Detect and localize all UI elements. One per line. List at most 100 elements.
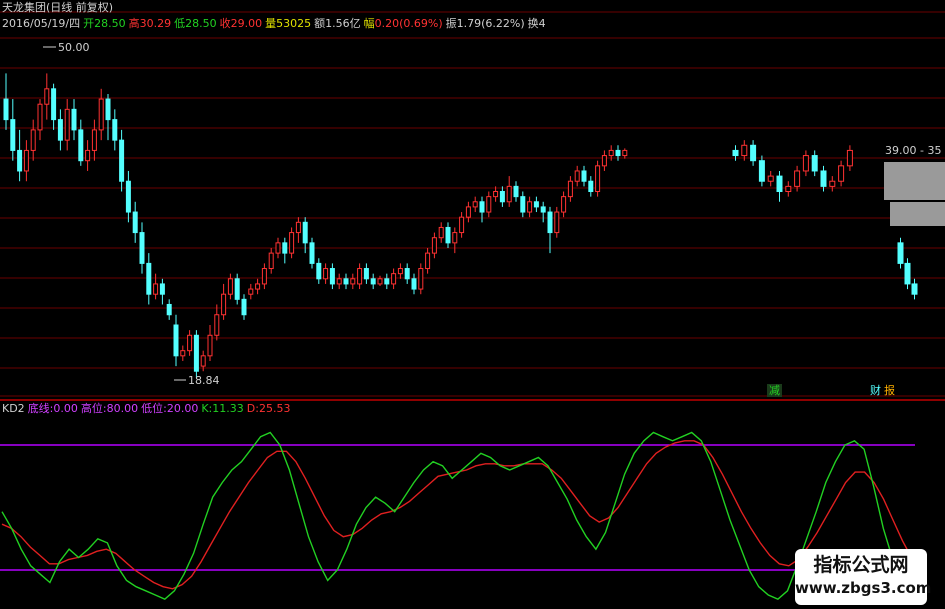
reduce-tag[interactable]: 减 <box>767 384 782 397</box>
candle-body <box>146 262 152 295</box>
candle-body <box>397 268 403 275</box>
open-label: 开 <box>83 17 95 30</box>
candle-body <box>57 119 63 141</box>
indicator-name: KD2 <box>2 402 25 415</box>
candle-body <box>897 242 904 264</box>
candle-body <box>91 129 97 151</box>
candle-body <box>282 242 288 254</box>
candle-body <box>513 185 519 198</box>
candle-body <box>105 98 111 121</box>
candle-body <box>758 160 765 182</box>
candle-body <box>377 278 383 285</box>
candle-body <box>309 242 315 264</box>
candle-body <box>255 283 261 290</box>
k-label: K: <box>201 402 213 415</box>
candle-body <box>425 252 431 270</box>
change-value: 0.20(0.69%) <box>374 17 443 30</box>
kline-chart[interactable]: 50.00 18.84 39.00 - 35 <box>0 0 945 609</box>
date: 2016/05/19/四 <box>2 17 81 30</box>
candle-body <box>750 144 757 162</box>
bottom-value: 0.00 <box>53 402 78 415</box>
candle-body <box>78 129 84 162</box>
candle-body <box>581 170 587 182</box>
candle-body <box>547 211 553 234</box>
candle-body <box>214 314 220 336</box>
range-label: 39.00 - 35 <box>885 144 941 157</box>
candle-body <box>811 155 818 172</box>
candle-body <box>316 262 322 280</box>
candle-body <box>384 278 390 285</box>
candle-body <box>794 170 801 187</box>
candle-body <box>44 88 50 105</box>
top-label: 高位: <box>80 402 107 415</box>
range-box-upper <box>884 162 945 200</box>
candle-body <box>166 303 172 316</box>
candle-body <box>732 149 739 157</box>
candle-body <box>71 108 77 131</box>
low-mark-label: 18.84 <box>188 374 220 387</box>
candle-body <box>904 262 911 285</box>
candle-body <box>499 191 505 203</box>
site-watermark: 指标公式网 www.zbgs3.com <box>795 549 932 605</box>
high-label: 高 <box>128 17 140 30</box>
candle-body <box>343 278 349 285</box>
candle-body <box>615 149 621 157</box>
k-line <box>1 431 913 601</box>
candle-body <box>776 175 783 193</box>
candle-body <box>533 201 539 208</box>
turnover-value: 4 <box>538 17 546 30</box>
candle-body <box>540 206 546 213</box>
kd-indicator <box>0 431 915 601</box>
candle-body <box>588 180 594 193</box>
candle-body <box>391 273 397 285</box>
d-value: 25.53 <box>258 402 291 415</box>
d-line <box>1 440 913 590</box>
candle-body <box>261 268 267 285</box>
report-tag[interactable]: 报 <box>884 384 895 397</box>
candle-body <box>98 98 104 131</box>
candle-body <box>445 226 451 244</box>
candle-body <box>829 180 836 187</box>
candle-body <box>601 155 607 167</box>
candle-body <box>567 180 573 198</box>
price-grid <box>0 11 945 397</box>
amplitude-value: 1.79(6.22%) <box>456 17 525 30</box>
candle-body <box>574 170 580 182</box>
candle-body <box>193 334 199 372</box>
candle-body <box>125 180 131 213</box>
candle-body <box>180 350 186 357</box>
candle-body <box>329 268 335 285</box>
candle-body <box>479 201 485 213</box>
candle-body <box>234 278 240 300</box>
candle-body <box>221 293 227 316</box>
volume-label: 量 <box>265 17 277 30</box>
candlesticks <box>3 73 918 378</box>
low-value: 28.50 <box>185 17 217 30</box>
candle-body <box>30 129 36 151</box>
candle-body <box>17 149 23 172</box>
high-value: 30.29 <box>139 17 172 30</box>
candle-body <box>241 298 247 316</box>
candle-body <box>418 268 424 290</box>
amount-label: 额 <box>314 17 326 30</box>
candle-body <box>139 232 145 264</box>
finance-tag[interactable]: 财 <box>870 384 881 397</box>
lowpos-value: 20.00 <box>166 402 199 415</box>
candle-body <box>493 191 499 198</box>
candle-body <box>438 226 444 239</box>
bottom-label: 底线: <box>27 402 54 415</box>
candle-body <box>248 288 254 295</box>
watermark-url: www.zbgs3.com <box>795 579 932 597</box>
candle-body <box>10 119 16 151</box>
candle-body <box>459 216 465 234</box>
candle-body <box>431 237 437 254</box>
range-box-lower <box>890 202 945 226</box>
low-label: 低 <box>174 17 186 30</box>
candle-body <box>486 196 492 213</box>
candle-body <box>357 268 363 285</box>
candle-body <box>23 149 29 172</box>
close-label: 收 <box>219 17 231 30</box>
candle-body <box>302 221 308 244</box>
turnover-label: 换 <box>527 17 539 30</box>
candle-body <box>153 283 159 295</box>
